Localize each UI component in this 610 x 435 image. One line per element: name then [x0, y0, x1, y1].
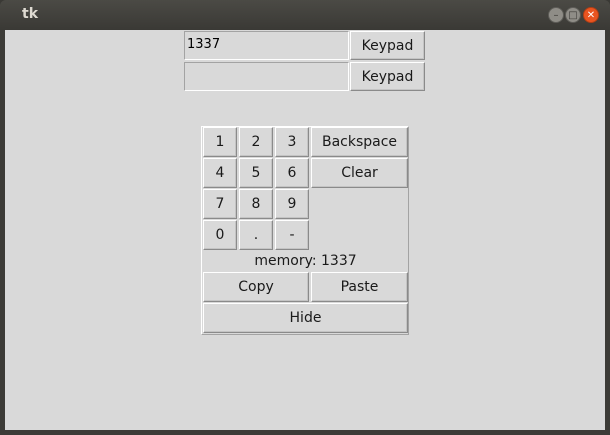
key-6[interactable]: 6	[275, 158, 309, 188]
close-icon[interactable]: ✕	[583, 7, 599, 23]
keypad-button-1[interactable]: Keypad	[350, 31, 425, 60]
title-bar[interactable]: tk – □ ✕	[0, 0, 610, 30]
paste-button[interactable]: Paste	[311, 272, 408, 302]
window-content: 1337 Keypad Keypad 1 2 3 Backspace 4 5 6…	[5, 30, 605, 430]
key-8[interactable]: 8	[239, 189, 273, 219]
keypad-button-2[interactable]: Keypad	[350, 62, 425, 91]
entry-field-1[interactable]: 1337	[184, 31, 349, 60]
backspace-button[interactable]: Backspace	[311, 127, 408, 157]
minimize-icon[interactable]: –	[548, 7, 564, 23]
hide-button[interactable]: Hide	[203, 303, 408, 333]
app-window: tk – □ ✕ 1337 Keypad Keypad 1 2 3 Backsp…	[0, 0, 610, 435]
key-decimal[interactable]: .	[239, 220, 273, 250]
maximize-icon[interactable]: □	[565, 7, 581, 23]
window-title: tk	[22, 6, 39, 22]
key-9[interactable]: 9	[275, 189, 309, 219]
key-minus[interactable]: -	[275, 220, 309, 250]
key-1[interactable]: 1	[203, 127, 237, 157]
key-0[interactable]: 0	[203, 220, 237, 250]
key-2[interactable]: 2	[239, 127, 273, 157]
copy-button[interactable]: Copy	[203, 272, 309, 302]
memory-label: memory: 1337	[254, 253, 357, 269]
key-3[interactable]: 3	[275, 127, 309, 157]
key-5[interactable]: 5	[239, 158, 273, 188]
key-4[interactable]: 4	[203, 158, 237, 188]
key-7[interactable]: 7	[203, 189, 237, 219]
clear-button[interactable]: Clear	[311, 158, 408, 188]
entry-field-2[interactable]	[184, 62, 349, 91]
